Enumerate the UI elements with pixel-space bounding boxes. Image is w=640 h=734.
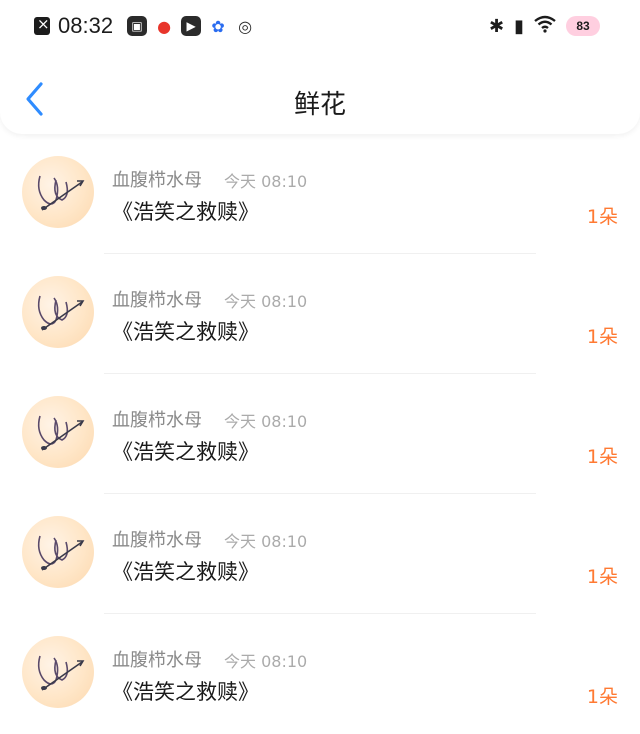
fire-app-icon: ●: [154, 16, 175, 36]
gamepad-icon: ▣: [127, 16, 148, 36]
flower-count: 1朵: [586, 566, 618, 588]
book-title[interactable]: 《浩笑之救赎》: [112, 436, 259, 466]
book-title[interactable]: 《浩笑之救赎》: [112, 676, 259, 706]
status-time: 08:32: [58, 13, 114, 38]
status-bar-left: 08:32 ▣ ● ▶ ✿ ◎: [34, 12, 262, 40]
wifi-icon: [534, 15, 556, 37]
list-item[interactable]: 血腹栉水母 今天 08:10 《浩笑之救赎》 1朵: [0, 254, 640, 374]
list-item[interactable]: 血腹栉水母 今天 08:10 《浩笑之救赎》 1朵: [0, 494, 640, 614]
list-item[interactable]: 血腹栉水母 今天 08:10 《浩笑之救赎》 1朵: [0, 374, 640, 494]
timestamp: 今天 08:10: [224, 532, 308, 551]
book-title[interactable]: 《浩笑之救赎》: [112, 556, 259, 586]
book-title[interactable]: 《浩笑之救赎》: [112, 316, 259, 346]
flower-count: 1朵: [586, 206, 618, 228]
username[interactable]: 血腹栉水母: [112, 166, 202, 192]
avatar[interactable]: [22, 276, 94, 348]
timestamp: 今天 08:10: [224, 652, 308, 671]
avatar[interactable]: [22, 516, 94, 588]
book-title[interactable]: 《浩笑之救赎》: [112, 196, 259, 226]
page-title: 鲜花: [293, 90, 346, 120]
avatar[interactable]: [22, 156, 94, 228]
timestamp: 今天 08:10: [224, 412, 308, 431]
username[interactable]: 血腹栉水母: [112, 526, 202, 552]
battery-indicator: 83: [566, 16, 600, 36]
play-icon: ▶: [181, 16, 202, 36]
top-bar: 08:32 ▣ ● ▶ ✿ ◎ ✱ ▮ 83 鲜花: [0, 0, 640, 134]
flower-count: 1朵: [586, 326, 618, 348]
vibrate-icon: ▮: [514, 15, 524, 37]
avatar[interactable]: [22, 636, 94, 708]
timestamp: 今天 08:10: [224, 292, 308, 311]
avatar[interactable]: [22, 396, 94, 468]
no-sim-icon: [34, 15, 50, 35]
list-item[interactable]: 血腹栉水母 今天 08:10 《浩笑之救赎》 1朵: [0, 134, 640, 254]
flower-count: 1朵: [586, 686, 618, 708]
flower-list: 血腹栉水母 今天 08:10 《浩笑之救赎》 1朵 血腹栉水母 今天 08:10…: [0, 134, 640, 734]
username[interactable]: 血腹栉水母: [112, 286, 202, 312]
status-bar-right: ✱ ▮ 83: [489, 12, 600, 40]
username[interactable]: 血腹栉水母: [112, 646, 202, 672]
paw-app-icon: ✿: [208, 16, 229, 36]
bluetooth-icon: ✱: [489, 15, 505, 37]
ring-icon: ◎: [235, 16, 256, 36]
username[interactable]: 血腹栉水母: [112, 406, 202, 432]
flower-count: 1朵: [586, 446, 618, 468]
status-bar: 08:32 ▣ ● ▶ ✿ ◎ ✱ ▮ 83: [0, 0, 640, 52]
list-item[interactable]: 血腹栉水母 今天 08:10 《浩笑之救赎》 1朵: [0, 614, 640, 734]
timestamp: 今天 08:10: [224, 172, 308, 191]
